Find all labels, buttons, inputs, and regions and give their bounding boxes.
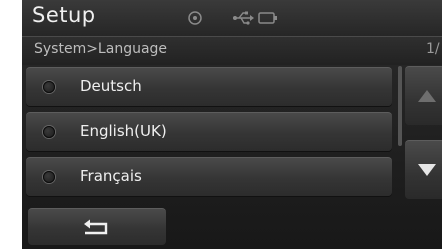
triangle-up-icon xyxy=(418,90,436,102)
scrollbar[interactable] xyxy=(398,66,402,146)
option-label: Deutsch xyxy=(80,77,142,95)
language-option-deutsch[interactable]: Deutsch xyxy=(26,67,392,106)
scroll-up-button[interactable] xyxy=(405,66,442,125)
battery-icon xyxy=(258,10,278,29)
title-bar: Setup xyxy=(22,0,442,37)
disc-icon xyxy=(187,10,203,30)
page-indicator: 1/ xyxy=(426,41,440,57)
usb-icon xyxy=(232,10,254,29)
language-option-english-uk[interactable]: English(UK) xyxy=(26,112,392,151)
screen-title: Setup xyxy=(32,3,96,27)
radio-button[interactable] xyxy=(43,171,55,183)
scroll-down-button[interactable] xyxy=(405,140,442,199)
radio-button[interactable] xyxy=(43,126,55,138)
back-button[interactable] xyxy=(28,208,166,245)
option-label: English(UK) xyxy=(80,122,167,140)
return-arrow-icon xyxy=(84,219,108,235)
breadcrumb-bar: System>Language 1/ xyxy=(22,37,442,65)
radio-button[interactable] xyxy=(43,81,55,93)
triangle-down-icon xyxy=(418,164,436,176)
setup-screen: Setup System>Language 1/ Deutsch English… xyxy=(22,0,442,249)
option-label: Français xyxy=(80,167,142,185)
breadcrumb: System>Language xyxy=(34,41,168,57)
language-option-francais[interactable]: Français xyxy=(26,157,392,196)
